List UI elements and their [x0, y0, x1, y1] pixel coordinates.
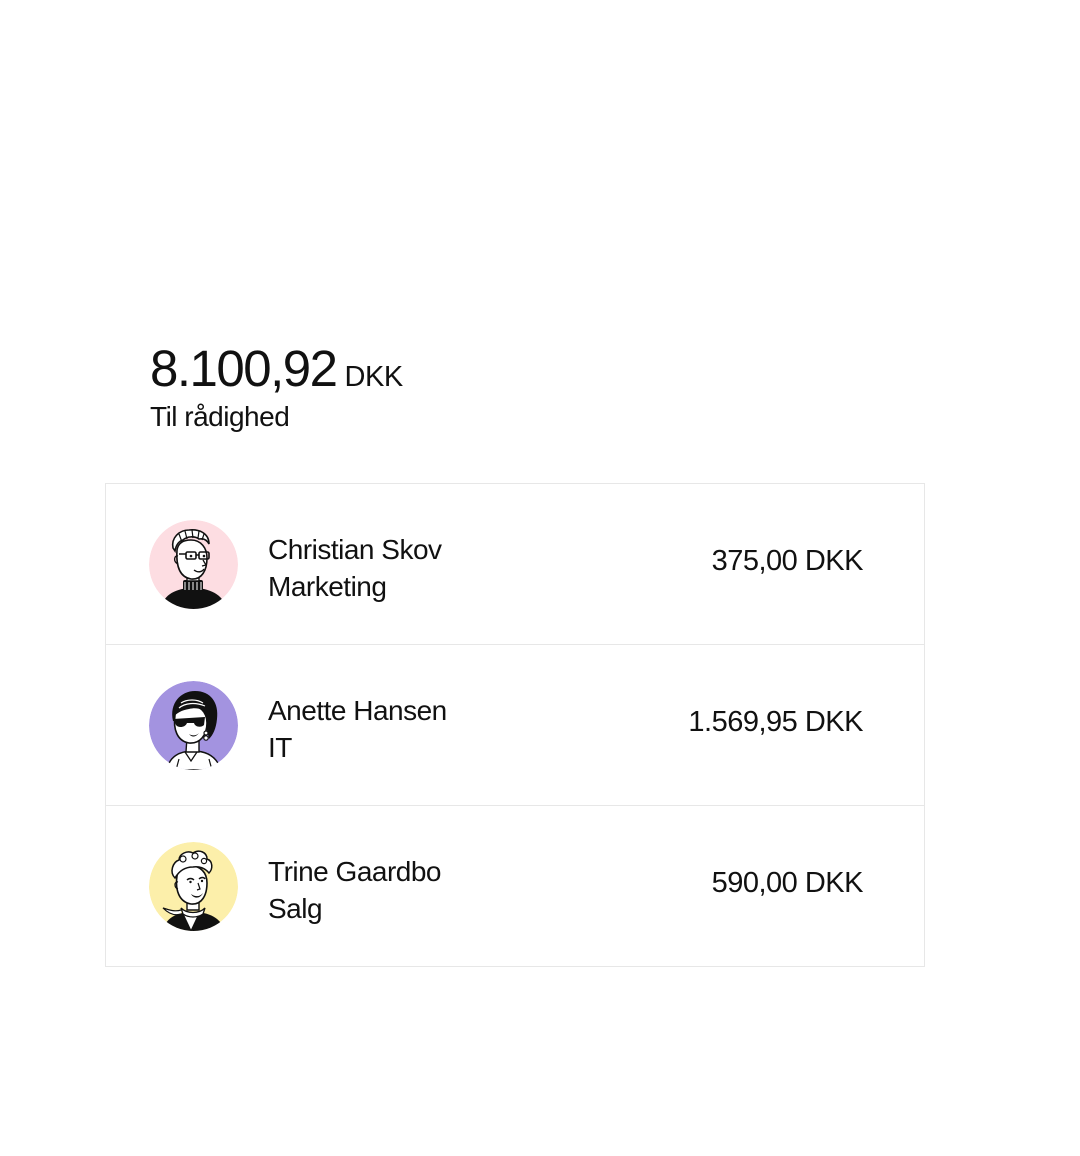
employee-info: Anette Hansen IT: [268, 692, 447, 766]
employee-row[interactable]: Christian Skov Marketing 375,00 DKK: [106, 484, 924, 645]
balance-amount-row: 8.100,92 DKK: [150, 338, 403, 400]
employee-list: Christian Skov Marketing 375,00 DKK Anet…: [105, 483, 925, 967]
balance-summary: 8.100,92 DKK Til rådighed: [150, 338, 403, 434]
employee-amount: 1.569,95 DKK: [688, 706, 863, 738]
balance-amount: 8.100,92: [150, 340, 338, 397]
avatar: [149, 520, 238, 609]
employee-row[interactable]: Trine Gaardbo Salg 590,00 DKK: [106, 806, 924, 966]
employee-amount: 590,00 DKK: [711, 867, 864, 899]
employee-name: Trine Gaardbo: [268, 856, 442, 887]
balance-label: Til rådighed: [150, 401, 290, 432]
employee-department: IT: [268, 732, 292, 763]
avatar: [149, 681, 238, 770]
employee-info: Trine Gaardbo Salg: [268, 853, 442, 927]
employee-amount: 375,00 DKK: [711, 545, 864, 577]
employee-row[interactable]: Anette Hansen IT 1.569,95 DKK: [106, 645, 924, 806]
employee-department: Salg: [268, 893, 323, 924]
avatar: [149, 842, 238, 931]
employee-name: Christian Skov: [268, 534, 442, 565]
woman-with-sunglasses-portrait-icon: [149, 681, 238, 770]
employee-name: Anette Hansen: [268, 695, 447, 726]
balance-currency: DKK: [344, 361, 404, 393]
woman-with-scarf-portrait-icon: [149, 842, 238, 931]
employee-department: Marketing: [268, 571, 387, 602]
employee-info: Christian Skov Marketing: [268, 531, 442, 605]
man-with-glasses-portrait-icon: [149, 520, 238, 609]
